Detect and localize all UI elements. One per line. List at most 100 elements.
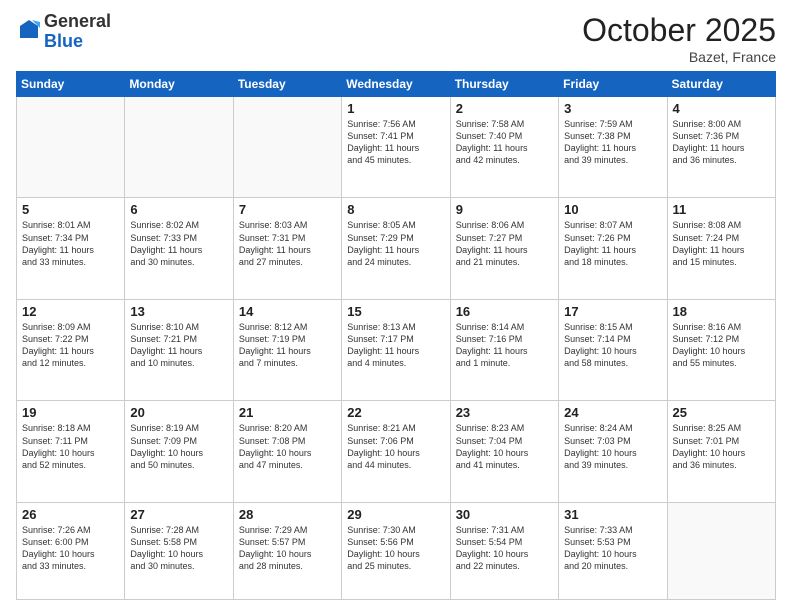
day-number: 8 <box>347 202 444 217</box>
day-number: 28 <box>239 507 336 522</box>
day-number: 20 <box>130 405 227 420</box>
calendar-cell: 31 Sunrise: 7:33 AM Sunset: 5:53 PM Dayli… <box>559 502 667 599</box>
day-number: 18 <box>673 304 770 319</box>
day-number: 27 <box>130 507 227 522</box>
calendar-cell: 3 Sunrise: 7:59 AM Sunset: 7:38 PM Daylig… <box>559 97 667 198</box>
day-info: Sunrise: 8:08 AM Sunset: 7:24 PM Dayligh… <box>673 219 770 268</box>
day-info: Sunrise: 7:33 AM Sunset: 5:53 PM Dayligh… <box>564 524 661 573</box>
day-info: Sunrise: 8:10 AM Sunset: 7:21 PM Dayligh… <box>130 321 227 370</box>
day-number: 26 <box>22 507 119 522</box>
calendar-cell <box>667 502 775 599</box>
day-number: 12 <box>22 304 119 319</box>
calendar-cell: 12 Sunrise: 8:09 AM Sunset: 7:22 PM Dayli… <box>17 299 125 400</box>
month-title: October 2025 <box>582 12 776 49</box>
day-info: Sunrise: 7:59 AM Sunset: 7:38 PM Dayligh… <box>564 118 661 167</box>
day-number: 31 <box>564 507 661 522</box>
day-info: Sunrise: 8:18 AM Sunset: 7:11 PM Dayligh… <box>22 422 119 471</box>
calendar-cell: 17 Sunrise: 8:15 AM Sunset: 7:14 PM Dayli… <box>559 299 667 400</box>
day-info: Sunrise: 8:12 AM Sunset: 7:19 PM Dayligh… <box>239 321 336 370</box>
day-number: 17 <box>564 304 661 319</box>
day-info: Sunrise: 8:02 AM Sunset: 7:33 PM Dayligh… <box>130 219 227 268</box>
day-number: 22 <box>347 405 444 420</box>
calendar-cell: 11 Sunrise: 8:08 AM Sunset: 7:24 PM Dayli… <box>667 198 775 299</box>
day-number: 4 <box>673 101 770 116</box>
day-info: Sunrise: 8:06 AM Sunset: 7:27 PM Dayligh… <box>456 219 553 268</box>
weekday-header-row: SundayMondayTuesdayWednesdayThursdayFrid… <box>17 72 776 97</box>
calendar-cell: 29 Sunrise: 7:30 AM Sunset: 5:56 PM Dayli… <box>342 502 450 599</box>
calendar-cell: 30Sunrise: 7:31 AM Sunset: 5:54 PM Dayli… <box>450 502 558 599</box>
calendar-cell: 18 Sunrise: 8:16 AM Sunset: 7:12 PM Dayli… <box>667 299 775 400</box>
header: General Blue October 2025 Bazet, France <box>16 12 776 65</box>
calendar-cell: 1 Sunrise: 7:56 AM Sunset: 7:41 PM Daylig… <box>342 97 450 198</box>
calendar-cell: 10 Sunrise: 8:07 AM Sunset: 7:26 PM Dayli… <box>559 198 667 299</box>
calendar-cell: 23 Sunrise: 8:23 AM Sunset: 7:04 PM Dayli… <box>450 401 558 502</box>
day-number: 13 <box>130 304 227 319</box>
calendar-cell: 27 Sunrise: 7:28 AM Sunset: 5:58 PM Dayli… <box>125 502 233 599</box>
day-number: 23 <box>456 405 553 420</box>
day-info: Sunrise: 8:03 AM Sunset: 7:31 PM Dayligh… <box>239 219 336 268</box>
logo-text: General Blue <box>44 12 111 52</box>
day-info: Sunrise: 8:21 AM Sunset: 7:06 PM Dayligh… <box>347 422 444 471</box>
calendar-week-1: 5Sunrise: 8:01 AM Sunset: 7:34 PM Daylig… <box>17 198 776 299</box>
day-number: 25 <box>673 405 770 420</box>
day-number: 24 <box>564 405 661 420</box>
day-info: Sunrise: 7:31 AM Sunset: 5:54 PM Dayligh… <box>456 524 553 573</box>
day-number: 3 <box>564 101 661 116</box>
calendar-cell: 25 Sunrise: 8:25 AM Sunset: 7:01 PM Dayli… <box>667 401 775 502</box>
calendar-cell: 16Sunrise: 8:14 AM Sunset: 7:16 PM Dayli… <box>450 299 558 400</box>
day-info: Sunrise: 7:56 AM Sunset: 7:41 PM Dayligh… <box>347 118 444 167</box>
day-number: 1 <box>347 101 444 116</box>
day-number: 7 <box>239 202 336 217</box>
day-number: 29 <box>347 507 444 522</box>
day-info: Sunrise: 8:07 AM Sunset: 7:26 PM Dayligh… <box>564 219 661 268</box>
calendar-cell: 15Sunrise: 8:13 AM Sunset: 7:17 PM Dayli… <box>342 299 450 400</box>
calendar-week-0: 1 Sunrise: 7:56 AM Sunset: 7:41 PM Daylig… <box>17 97 776 198</box>
day-number: 6 <box>130 202 227 217</box>
day-info: Sunrise: 8:15 AM Sunset: 7:14 PM Dayligh… <box>564 321 661 370</box>
day-info: Sunrise: 8:19 AM Sunset: 7:09 PM Dayligh… <box>130 422 227 471</box>
calendar-cell <box>233 97 341 198</box>
weekday-header-tuesday: Tuesday <box>233 72 341 97</box>
calendar-cell: 22 Sunrise: 8:21 AM Sunset: 7:06 PM Dayli… <box>342 401 450 502</box>
day-info: Sunrise: 8:16 AM Sunset: 7:12 PM Dayligh… <box>673 321 770 370</box>
calendar-cell: 5Sunrise: 8:01 AM Sunset: 7:34 PM Daylig… <box>17 198 125 299</box>
day-info: Sunrise: 8:09 AM Sunset: 7:22 PM Dayligh… <box>22 321 119 370</box>
page: General Blue October 2025 Bazet, France … <box>0 0 792 612</box>
calendar-cell: 20 Sunrise: 8:19 AM Sunset: 7:09 PM Dayli… <box>125 401 233 502</box>
day-info: Sunrise: 7:58 AM Sunset: 7:40 PM Dayligh… <box>456 118 553 167</box>
day-info: Sunrise: 8:23 AM Sunset: 7:04 PM Dayligh… <box>456 422 553 471</box>
calendar-table: SundayMondayTuesdayWednesdayThursdayFrid… <box>16 71 776 600</box>
location: Bazet, France <box>582 49 776 65</box>
calendar-cell: 6 Sunrise: 8:02 AM Sunset: 7:33 PM Daylig… <box>125 198 233 299</box>
calendar-cell: 14Sunrise: 8:12 AM Sunset: 7:19 PM Dayli… <box>233 299 341 400</box>
weekday-header-saturday: Saturday <box>667 72 775 97</box>
day-number: 11 <box>673 202 770 217</box>
weekday-header-sunday: Sunday <box>17 72 125 97</box>
calendar-cell: 7 Sunrise: 8:03 AM Sunset: 7:31 PM Daylig… <box>233 198 341 299</box>
weekday-header-wednesday: Wednesday <box>342 72 450 97</box>
calendar-cell: 9 Sunrise: 8:06 AM Sunset: 7:27 PM Daylig… <box>450 198 558 299</box>
calendar-week-3: 19 Sunrise: 8:18 AM Sunset: 7:11 PM Dayli… <box>17 401 776 502</box>
day-info: Sunrise: 8:25 AM Sunset: 7:01 PM Dayligh… <box>673 422 770 471</box>
calendar-cell: 8 Sunrise: 8:05 AM Sunset: 7:29 PM Daylig… <box>342 198 450 299</box>
calendar-cell: 28Sunrise: 7:29 AM Sunset: 5:57 PM Dayli… <box>233 502 341 599</box>
day-number: 19 <box>22 405 119 420</box>
day-number: 9 <box>456 202 553 217</box>
calendar-cell: 21Sunrise: 8:20 AM Sunset: 7:08 PM Dayli… <box>233 401 341 502</box>
calendar-body: 1 Sunrise: 7:56 AM Sunset: 7:41 PM Daylig… <box>17 97 776 600</box>
title-block: October 2025 Bazet, France <box>582 12 776 65</box>
day-info: Sunrise: 8:05 AM Sunset: 7:29 PM Dayligh… <box>347 219 444 268</box>
calendar-cell: 26Sunrise: 7:26 AM Sunset: 6:00 PM Dayli… <box>17 502 125 599</box>
day-info: Sunrise: 7:28 AM Sunset: 5:58 PM Dayligh… <box>130 524 227 573</box>
day-info: Sunrise: 8:20 AM Sunset: 7:08 PM Dayligh… <box>239 422 336 471</box>
day-info: Sunrise: 8:00 AM Sunset: 7:36 PM Dayligh… <box>673 118 770 167</box>
weekday-header-thursday: Thursday <box>450 72 558 97</box>
calendar-cell <box>17 97 125 198</box>
day-number: 10 <box>564 202 661 217</box>
day-info: Sunrise: 8:14 AM Sunset: 7:16 PM Dayligh… <box>456 321 553 370</box>
weekday-header-friday: Friday <box>559 72 667 97</box>
calendar-cell: 2Sunrise: 7:58 AM Sunset: 7:40 PM Daylig… <box>450 97 558 198</box>
calendar-cell: 13 Sunrise: 8:10 AM Sunset: 7:21 PM Dayli… <box>125 299 233 400</box>
calendar-week-2: 12 Sunrise: 8:09 AM Sunset: 7:22 PM Dayli… <box>17 299 776 400</box>
day-info: Sunrise: 7:30 AM Sunset: 5:56 PM Dayligh… <box>347 524 444 573</box>
